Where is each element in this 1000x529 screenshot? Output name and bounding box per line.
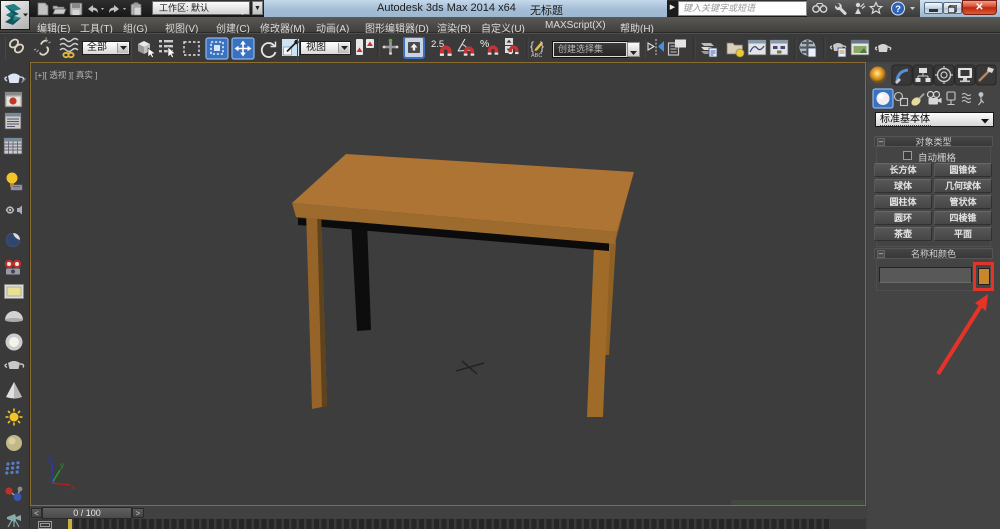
svg-text:z: z [48,454,52,463]
svg-text:%: % [480,38,489,50]
svg-text:?: ? [895,4,901,15]
svg-text:x: x [71,483,75,492]
svg-text:y: y [60,461,64,470]
svg-text:{: { [530,39,534,53]
svg-text:ABC: ABC [531,53,542,59]
